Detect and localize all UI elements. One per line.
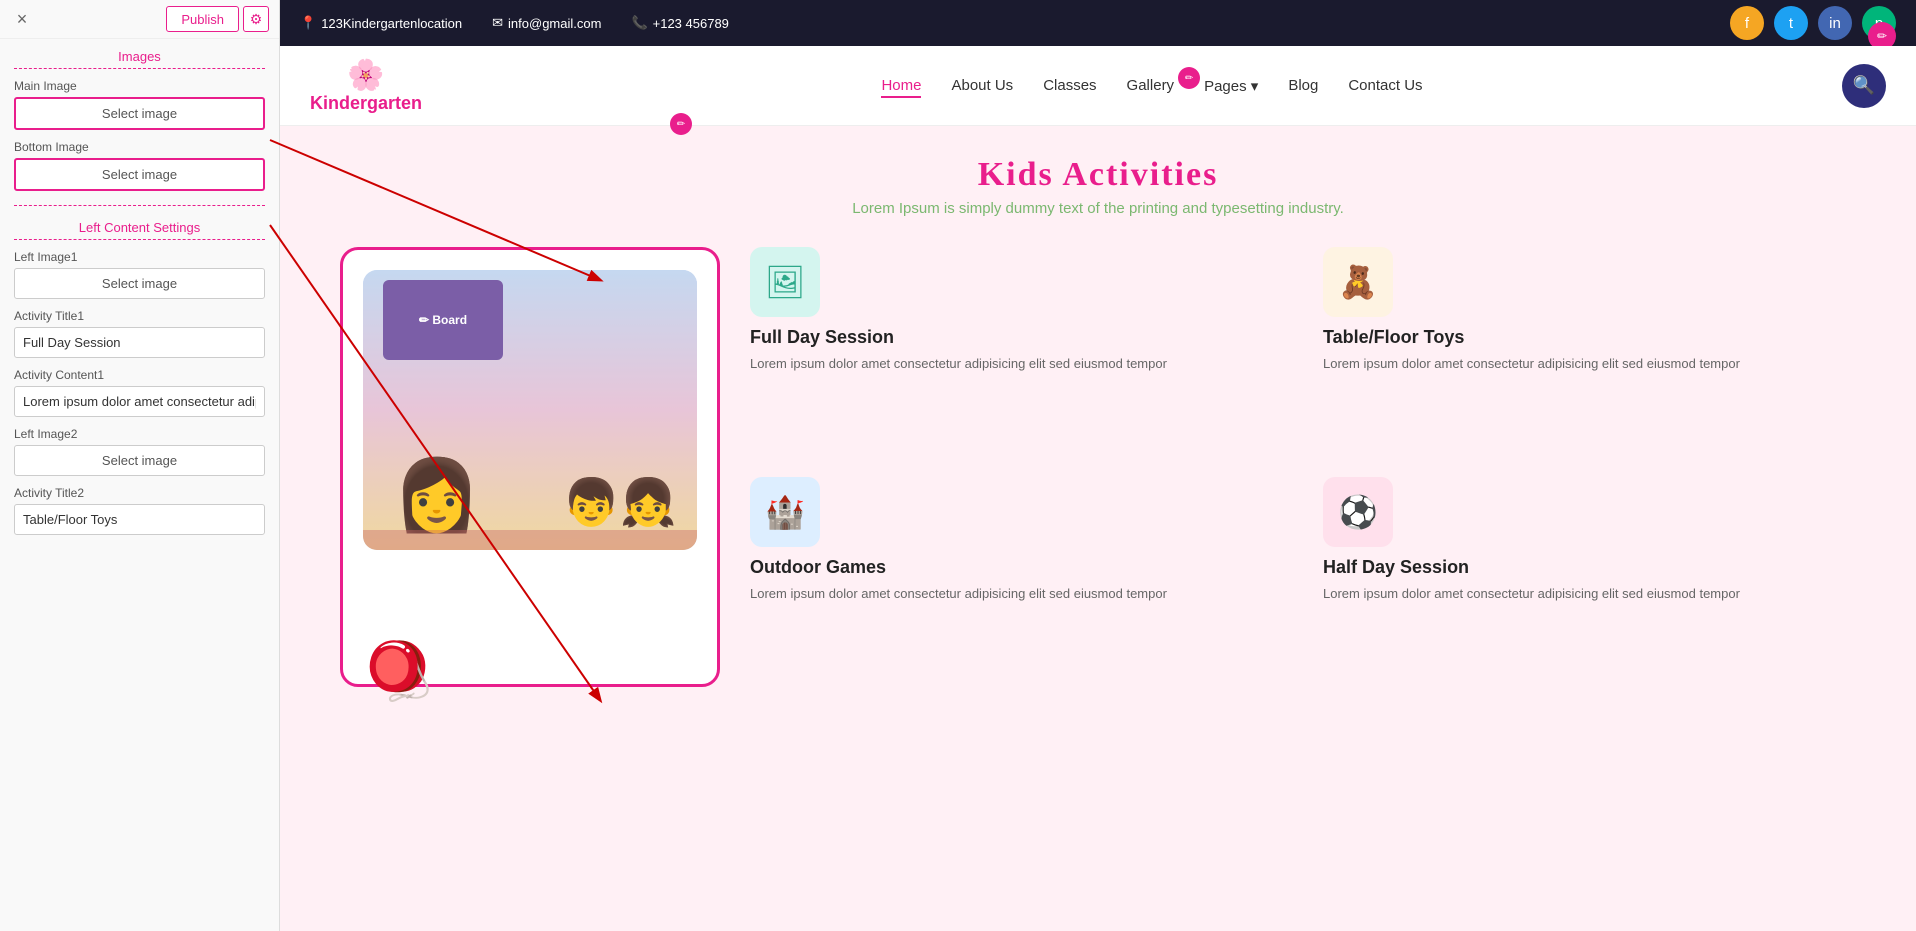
full-day-icon-box: 🖼: [750, 247, 820, 317]
left-image2-label: Left Image2: [14, 427, 265, 441]
publish-button[interactable]: Publish: [166, 6, 239, 32]
phone-icon: 📞: [631, 15, 647, 31]
left-image2-select-button[interactable]: Select image: [14, 445, 265, 476]
hero-subtitle: Lorem Ipsum is simply dummy text of the …: [340, 200, 1856, 217]
activity-item-1: 🖼 Full Day Session Lorem ipsum dolor ame…: [750, 247, 1283, 457]
nav-pages[interactable]: Pages: [1204, 77, 1258, 95]
email-icon: ✉: [492, 15, 503, 31]
activity-content1-input[interactable]: [14, 386, 265, 417]
activities-right: 🖼 Full Day Session Lorem ipsum dolor ame…: [750, 247, 1856, 687]
left-image-card: ✏ Board 👩 👦👧 🪀: [340, 247, 720, 687]
panel-scroll: Images Main Image Select image Bottom Im…: [0, 39, 279, 931]
left-image1-label: Left Image1: [14, 250, 265, 264]
nav-about[interactable]: About Us: [951, 77, 1013, 94]
search-button[interactable]: 🔍: [1842, 64, 1886, 108]
outdoor-icon-box: 🏰: [750, 477, 820, 547]
close-button[interactable]: ×: [10, 7, 34, 31]
topbar-location: 📍 123Kindergartenlocation: [300, 15, 462, 31]
images-section-title: Images: [14, 49, 265, 69]
hero-title: Kids Activities: [340, 156, 1856, 194]
activity-content1-label: Activity Content1: [14, 368, 265, 382]
facebook-button[interactable]: f: [1730, 6, 1764, 40]
bottom-image-select-button[interactable]: Select image: [14, 158, 265, 191]
activity-title-1: Full Day Session: [750, 327, 1283, 348]
activity-title1-label: Activity Title1: [14, 309, 265, 323]
navbar: 🌸 Kindergarten Home About Us Classes Gal…: [280, 46, 1916, 126]
logo-kinder: Kinder: [310, 93, 367, 113]
main-image-label: Main Image: [14, 79, 265, 93]
nav-blog[interactable]: Blog: [1288, 77, 1318, 94]
nav-links: Home About Us Classes Gallery ✏ Pages Bl…: [462, 77, 1842, 95]
activity-title-4: Half Day Session: [1323, 557, 1856, 578]
classroom-photo: ✏ Board 👩 👦👧: [363, 270, 697, 550]
left-content-section-title: Left Content Settings: [14, 220, 265, 240]
topbar-email: ✉ info@gmail.com: [492, 15, 601, 31]
left-panel: × Publish ⚙ Images Main Image Select ima…: [0, 0, 280, 931]
activity-title2-input[interactable]: [14, 504, 265, 535]
activity-item-4: ⚽ Half Day Session Lorem ipsum dolor ame…: [1323, 477, 1856, 687]
activity-item-2: 🧸 Table/Floor Toys Lorem ipsum dolor ame…: [1323, 247, 1856, 457]
bottom-image-label: Bottom Image: [14, 140, 265, 154]
activity-title-3: Outdoor Games: [750, 557, 1283, 578]
nav-contact[interactable]: Contact Us: [1348, 77, 1422, 94]
gallery-edit-button[interactable]: ✏: [1178, 67, 1200, 89]
toys-icon-box: 🧸: [1323, 247, 1393, 317]
nav-gallery[interactable]: Gallery ✏: [1127, 77, 1175, 94]
activities-grid: ✏ Board 👩 👦👧 🪀: [340, 247, 1856, 687]
logo-area: 🌸 Kindergarten: [310, 58, 422, 114]
playground-icon: 🏰: [765, 493, 805, 531]
hero-section: Kids Activities Lorem Ipsum is simply du…: [280, 126, 1916, 931]
logo-garten: garten: [367, 93, 422, 113]
activity-desc-2: Lorem ipsum dolor amet consectetur adipi…: [1323, 354, 1856, 374]
toy-image: 🪀: [363, 638, 433, 704]
main-image-select-button[interactable]: Select image: [14, 97, 265, 130]
soccer-ball-icon: ⚽: [1338, 493, 1378, 531]
nav-classes[interactable]: Classes: [1043, 77, 1096, 94]
home-edit-button[interactable]: ✏: [670, 113, 692, 135]
panel-top-bar: × Publish ⚙: [0, 0, 279, 39]
left-image1-select-button[interactable]: Select image: [14, 268, 265, 299]
location-icon: 📍: [300, 15, 316, 31]
topbar-location-text: 123Kindergartenlocation: [321, 16, 462, 31]
topbar-phone: 📞 +123 456789: [631, 15, 728, 31]
nav-home[interactable]: Home: [881, 77, 921, 94]
instagram-button[interactable]: in: [1818, 6, 1852, 40]
topbar: 📍 123Kindergartenlocation ✉ info@gmail.c…: [280, 0, 1916, 46]
topbar-phone-text: +123 456789: [653, 16, 729, 31]
panel-divider-1: [14, 205, 265, 206]
twitter-button[interactable]: t: [1774, 6, 1808, 40]
teddy-bear-icon: 🧸: [1338, 263, 1378, 301]
halfday-icon-box: ⚽: [1323, 477, 1393, 547]
abc-board-icon: 🖼: [765, 263, 806, 301]
activity-title2-label: Activity Title2: [14, 486, 265, 500]
activity-title1-input[interactable]: [14, 327, 265, 358]
main-content: 📍 123Kindergartenlocation ✉ info@gmail.c…: [280, 0, 1916, 931]
activity-item-3: 🏰 Outdoor Games Lorem ipsum dolor amet c…: [750, 477, 1283, 687]
gear-button[interactable]: ⚙: [243, 6, 269, 32]
activity-desc-1: Lorem ipsum dolor amet consectetur adipi…: [750, 354, 1283, 374]
activity-title-2: Table/Floor Toys: [1323, 327, 1856, 348]
topbar-email-text: info@gmail.com: [508, 16, 601, 31]
activity-desc-3: Lorem ipsum dolor amet consectetur adipi…: [750, 584, 1283, 604]
logo-text: Kindergarten: [310, 93, 422, 114]
logo-flower-icon: 🌸: [347, 58, 384, 93]
activity-desc-4: Lorem ipsum dolor amet consectetur adipi…: [1323, 584, 1856, 604]
